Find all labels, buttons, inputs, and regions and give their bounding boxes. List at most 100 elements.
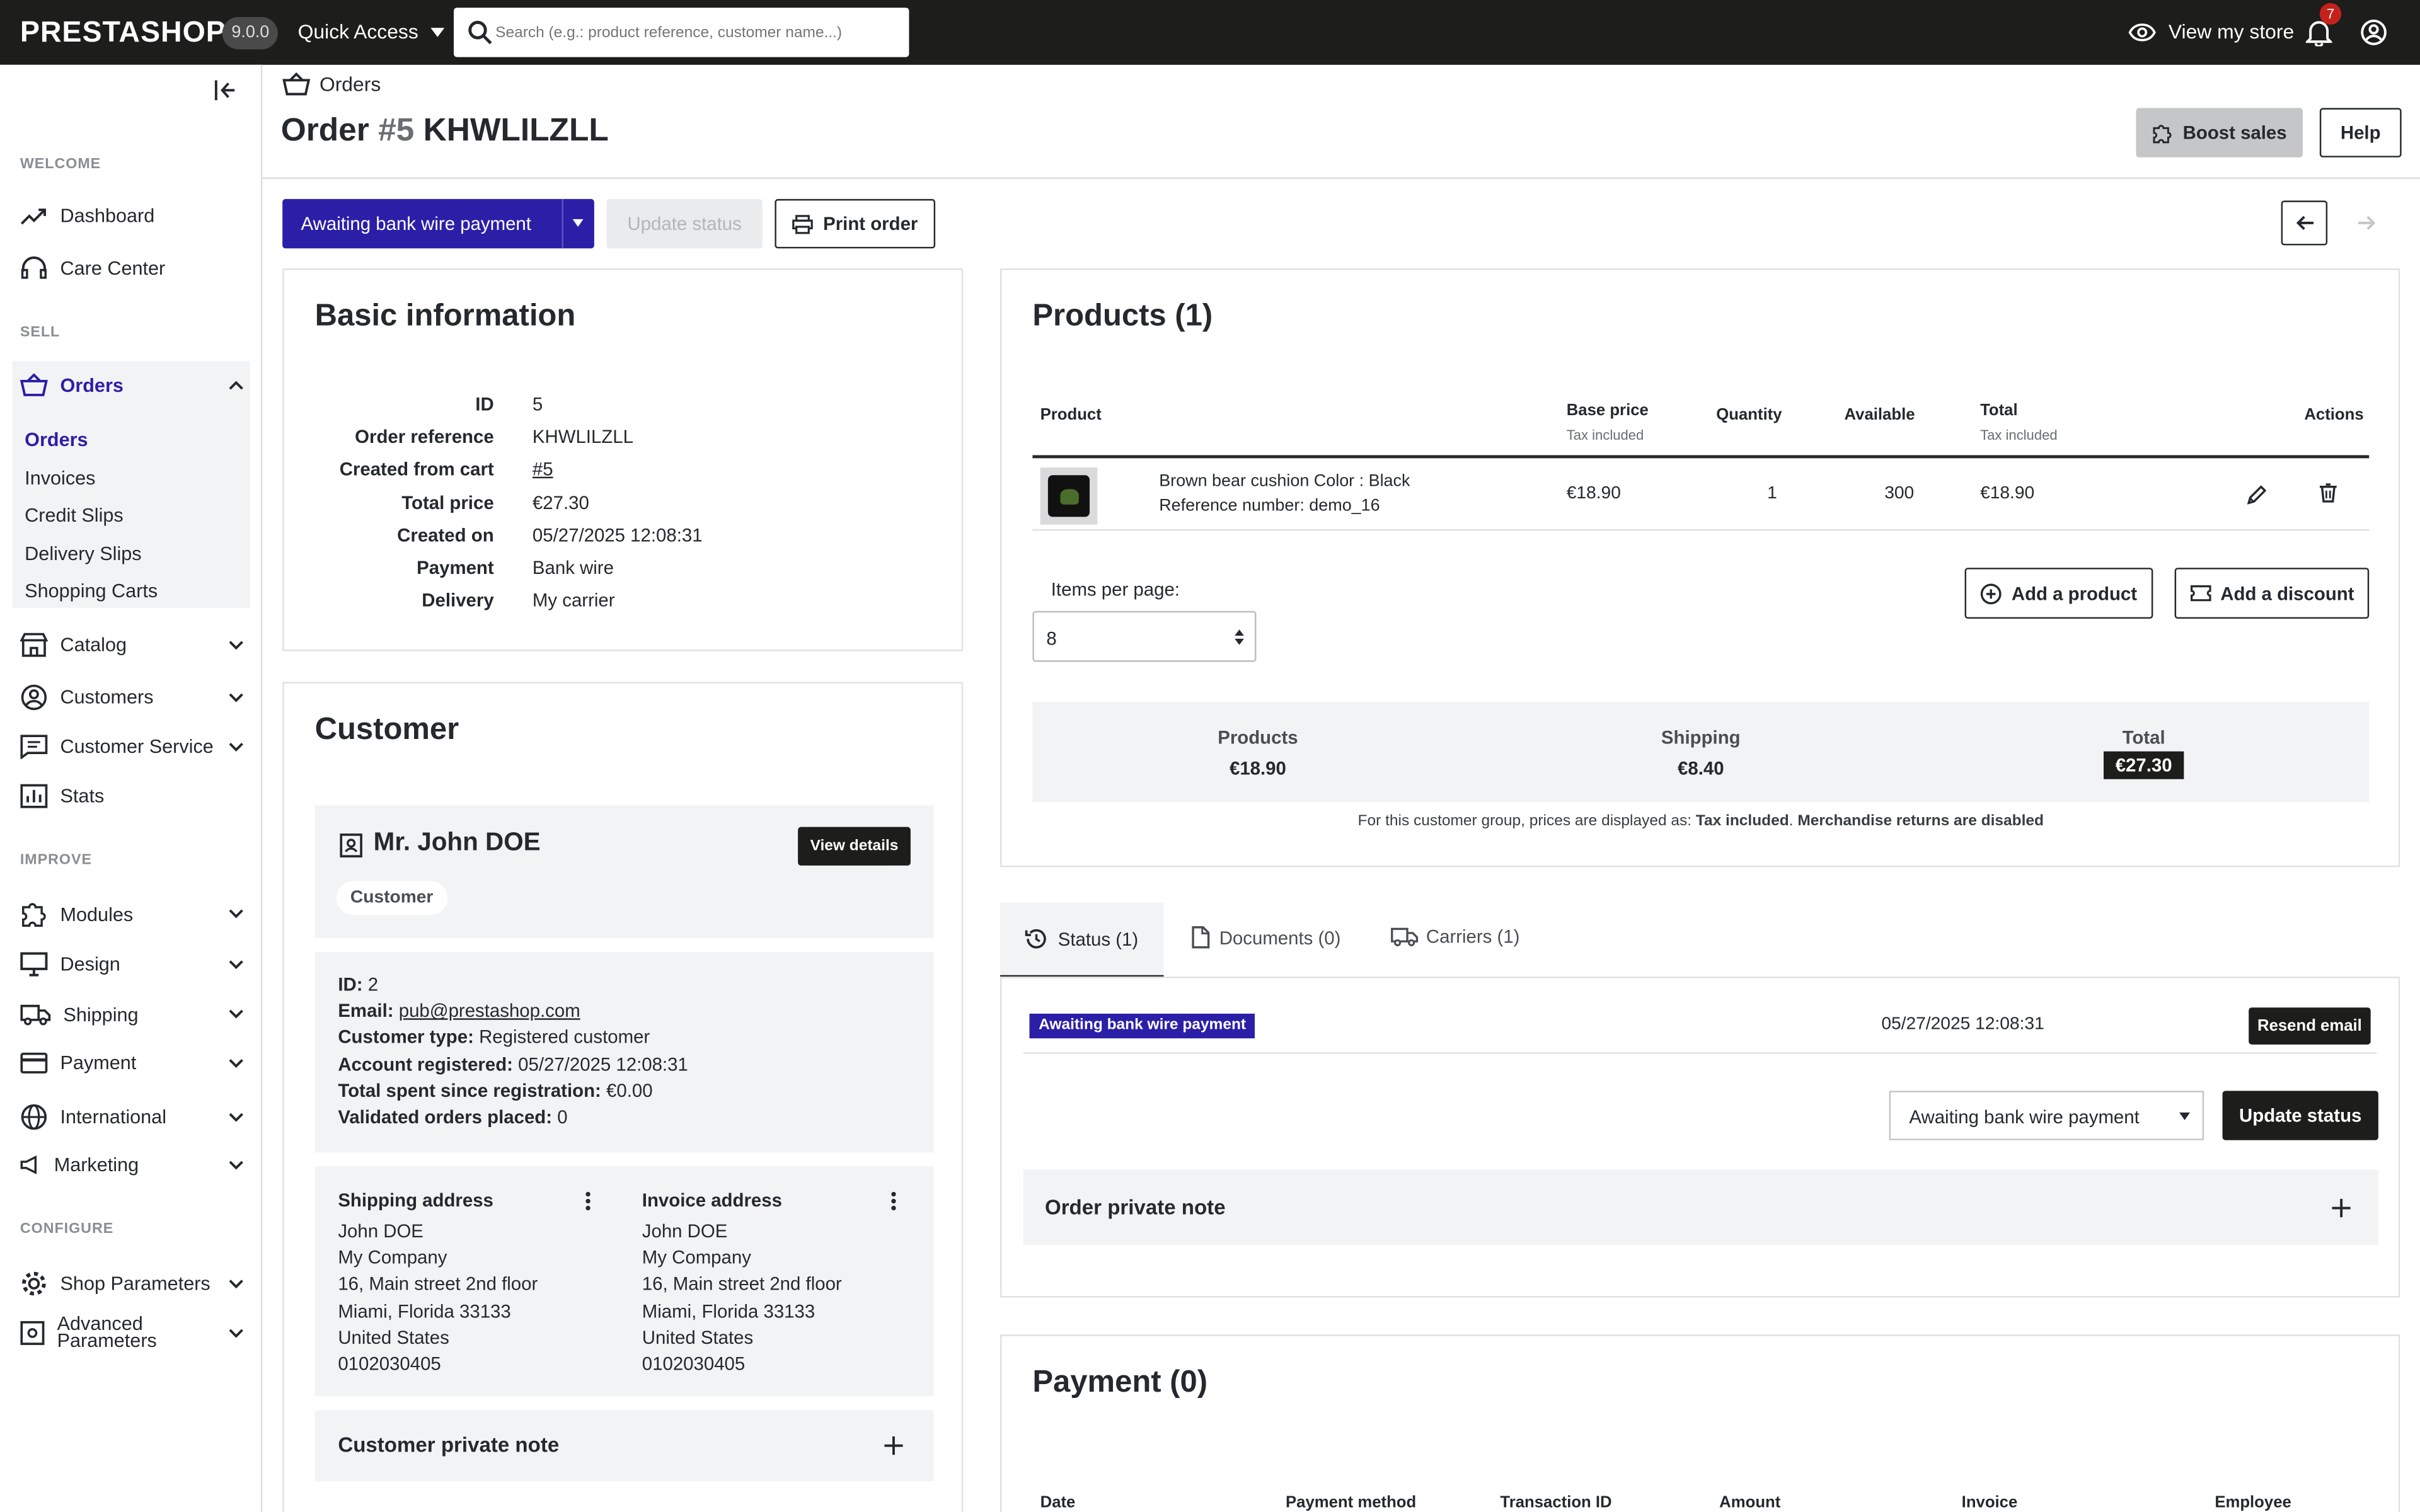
header-divider [262,177,2420,180]
more-vertical-icon[interactable] [890,1191,897,1211]
sidebar-item-shop-parameters[interactable]: Shop Parameters [20,1270,244,1298]
caret-down-icon [2179,1112,2191,1120]
trash-icon[interactable] [2319,483,2337,503]
product-thumbnail[interactable] [1040,467,1098,525]
tab-carriers-label: Carriers (1) [1426,925,1520,948]
grand-total-value: €27.30 [2103,751,2184,779]
more-vertical-icon[interactable] [585,1191,591,1211]
sidebar-item-advanced-parameters[interactable]: Advanced Parameters [20,1314,244,1350]
sidebar-item-stats[interactable]: Stats [20,784,244,808]
sidebar-subitem-credit-slips[interactable]: Credit Slips [25,505,124,526]
status-history-panel: Awaiting bank wire payment 05/27/2025 12… [1000,976,2400,1298]
column-header-payment-method: Payment method [1286,1493,1417,1512]
plus-icon[interactable] [884,1436,903,1455]
total-spent-value: €0.00 [606,1079,653,1102]
account-icon[interactable] [2360,18,2388,46]
id-label: ID [475,393,494,415]
total-spent-label: Total spent since registration: [338,1079,601,1102]
breadcrumb[interactable]: Orders [282,72,381,96]
view-details-button[interactable]: View details [798,827,911,866]
order-status-select[interactable]: Awaiting bank wire payment [282,198,594,249]
order-reference-label: Order reference [355,425,494,448]
bear-graphic [1059,488,1078,504]
sidebar-item-modules[interactable]: Modules [20,901,244,927]
sidebar-item-international[interactable]: International [20,1103,244,1131]
column-header-amount: Amount [1719,1493,1781,1512]
shipping-address-lines: John DOE My Company 16, Main street 2nd … [338,1219,538,1378]
view-store-link[interactable]: View my store [2128,20,2294,43]
new-status-select[interactable]: Awaiting bank wire payment [1889,1091,2204,1140]
delivery-label: Delivery [422,589,494,611]
arrow-right-icon[interactable] [2357,214,2377,231]
sidebar-item-catalog[interactable]: Catalog [20,633,244,657]
previous-order-button[interactable] [2281,200,2328,246]
print-order-button[interactable]: Print order [775,198,936,249]
sidebar-subitem-delivery-slips[interactable]: Delivery Slips [25,543,141,564]
sidebar-item-design[interactable]: Design [20,952,244,976]
search-input[interactable] [495,8,897,57]
validated-orders-label: Validated orders placed: [338,1106,553,1128]
product-name[interactable]: Brown bear cushion Color : Black [1159,472,1410,490]
history-icon [1025,929,1047,949]
sidebar-item-orders[interactable]: Orders [20,373,244,397]
title-prefix: Order [280,112,369,149]
customer-type-value: Registered customer [479,1026,650,1048]
customer-details-panel: ID: 2 Email: pub@prestashop.com Customer… [314,952,934,1153]
help-button[interactable]: Help [2319,108,2402,158]
tab-status-label: Status (1) [1057,928,1139,950]
select-divider [562,198,563,249]
resend-email-button[interactable]: Resend email [2249,1007,2371,1045]
version-badge: 9.0.0 [222,16,279,50]
product-reference: Reference number: demo_16 [1159,496,1380,515]
boost-sales-button[interactable]: Boost sales [2136,108,2303,158]
edit-pencil-icon[interactable] [2247,484,2267,505]
update-status-button[interactable]: Update status [2222,1091,2378,1140]
globe-icon [21,1104,47,1130]
note-returns: Merchandise returns are disabled [1797,813,2044,830]
sidebar-item-dashboard[interactable]: Dashboard [20,205,244,227]
update-status-button-disabled[interactable]: Update status [606,198,763,249]
sidebar-item-payment[interactable]: Payment [20,1052,244,1074]
products-title: Products (1) [1032,299,1213,333]
plus-icon[interactable] [2332,1198,2351,1218]
customer-name: Mr. John DOE [373,828,541,857]
order-private-note-panel[interactable]: Order private note [1023,1169,2378,1246]
collapse-sidebar-icon[interactable] [214,80,236,101]
customer-email-link[interactable]: pub@prestashop.com [399,1000,580,1021]
caret-down-icon [430,26,445,37]
sidebar-item-customers[interactable]: Customers [20,684,244,711]
title-order-number: #5 [378,112,415,149]
address-line: 16, Main street 2nd floor [642,1273,842,1295]
cart-link[interactable]: #5 [533,458,553,479]
sidebar-item-label: International [60,1106,167,1128]
sidebar-subitem-orders[interactable]: Orders [25,429,88,450]
sidebar-subitem-invoices[interactable]: Invoices [25,467,95,489]
prestashop-logo[interactable]: PRESTASHOP [20,17,226,51]
tab-carriers[interactable]: Carriers (1) [1391,925,1520,948]
table-row: Brown bear cushion Color : Black Referen… [1032,458,2370,531]
sidebar-item-care-center[interactable]: Care Center [20,256,244,281]
shipping-total-label: Shipping [1661,726,1741,748]
delivery-value: My carrier [532,589,615,611]
customer-private-note-panel[interactable]: Customer private note [314,1410,934,1482]
search-box[interactable] [454,8,909,57]
sidebar-item-marketing[interactable]: Marketing [20,1154,244,1176]
base-price-tax-note: Tax included [1566,427,1644,443]
items-per-page-select[interactable]: 8 [1032,610,1257,662]
advanced-settings-icon [20,1320,45,1345]
tab-documents[interactable]: Documents (0) [1192,925,1340,949]
tab-status[interactable]: Status (1) [1000,902,1164,978]
sidebar-item-customer-service[interactable]: Customer Service [20,735,244,759]
column-header-actions: Actions [2304,406,2364,425]
account-registered-value: 05/27/2025 12:08:31 [518,1053,688,1075]
sidebar-item-shipping[interactable]: Shipping [20,1003,244,1026]
sidebar-subitem-shopping-carts[interactable]: Shopping Carts [25,580,158,602]
truck-icon [1391,927,1419,946]
quick-access-button[interactable]: Quick Access [298,20,445,43]
basic-information-title: Basic information [314,299,576,333]
add-discount-button[interactable]: Add a discount [2174,568,2370,619]
add-product-button[interactable]: Add a product [1964,568,2153,619]
chevron-down-icon [229,742,243,751]
created-from-cart-label: Created from cart [339,458,494,480]
product-base-price: €18.90 [1566,484,1621,503]
